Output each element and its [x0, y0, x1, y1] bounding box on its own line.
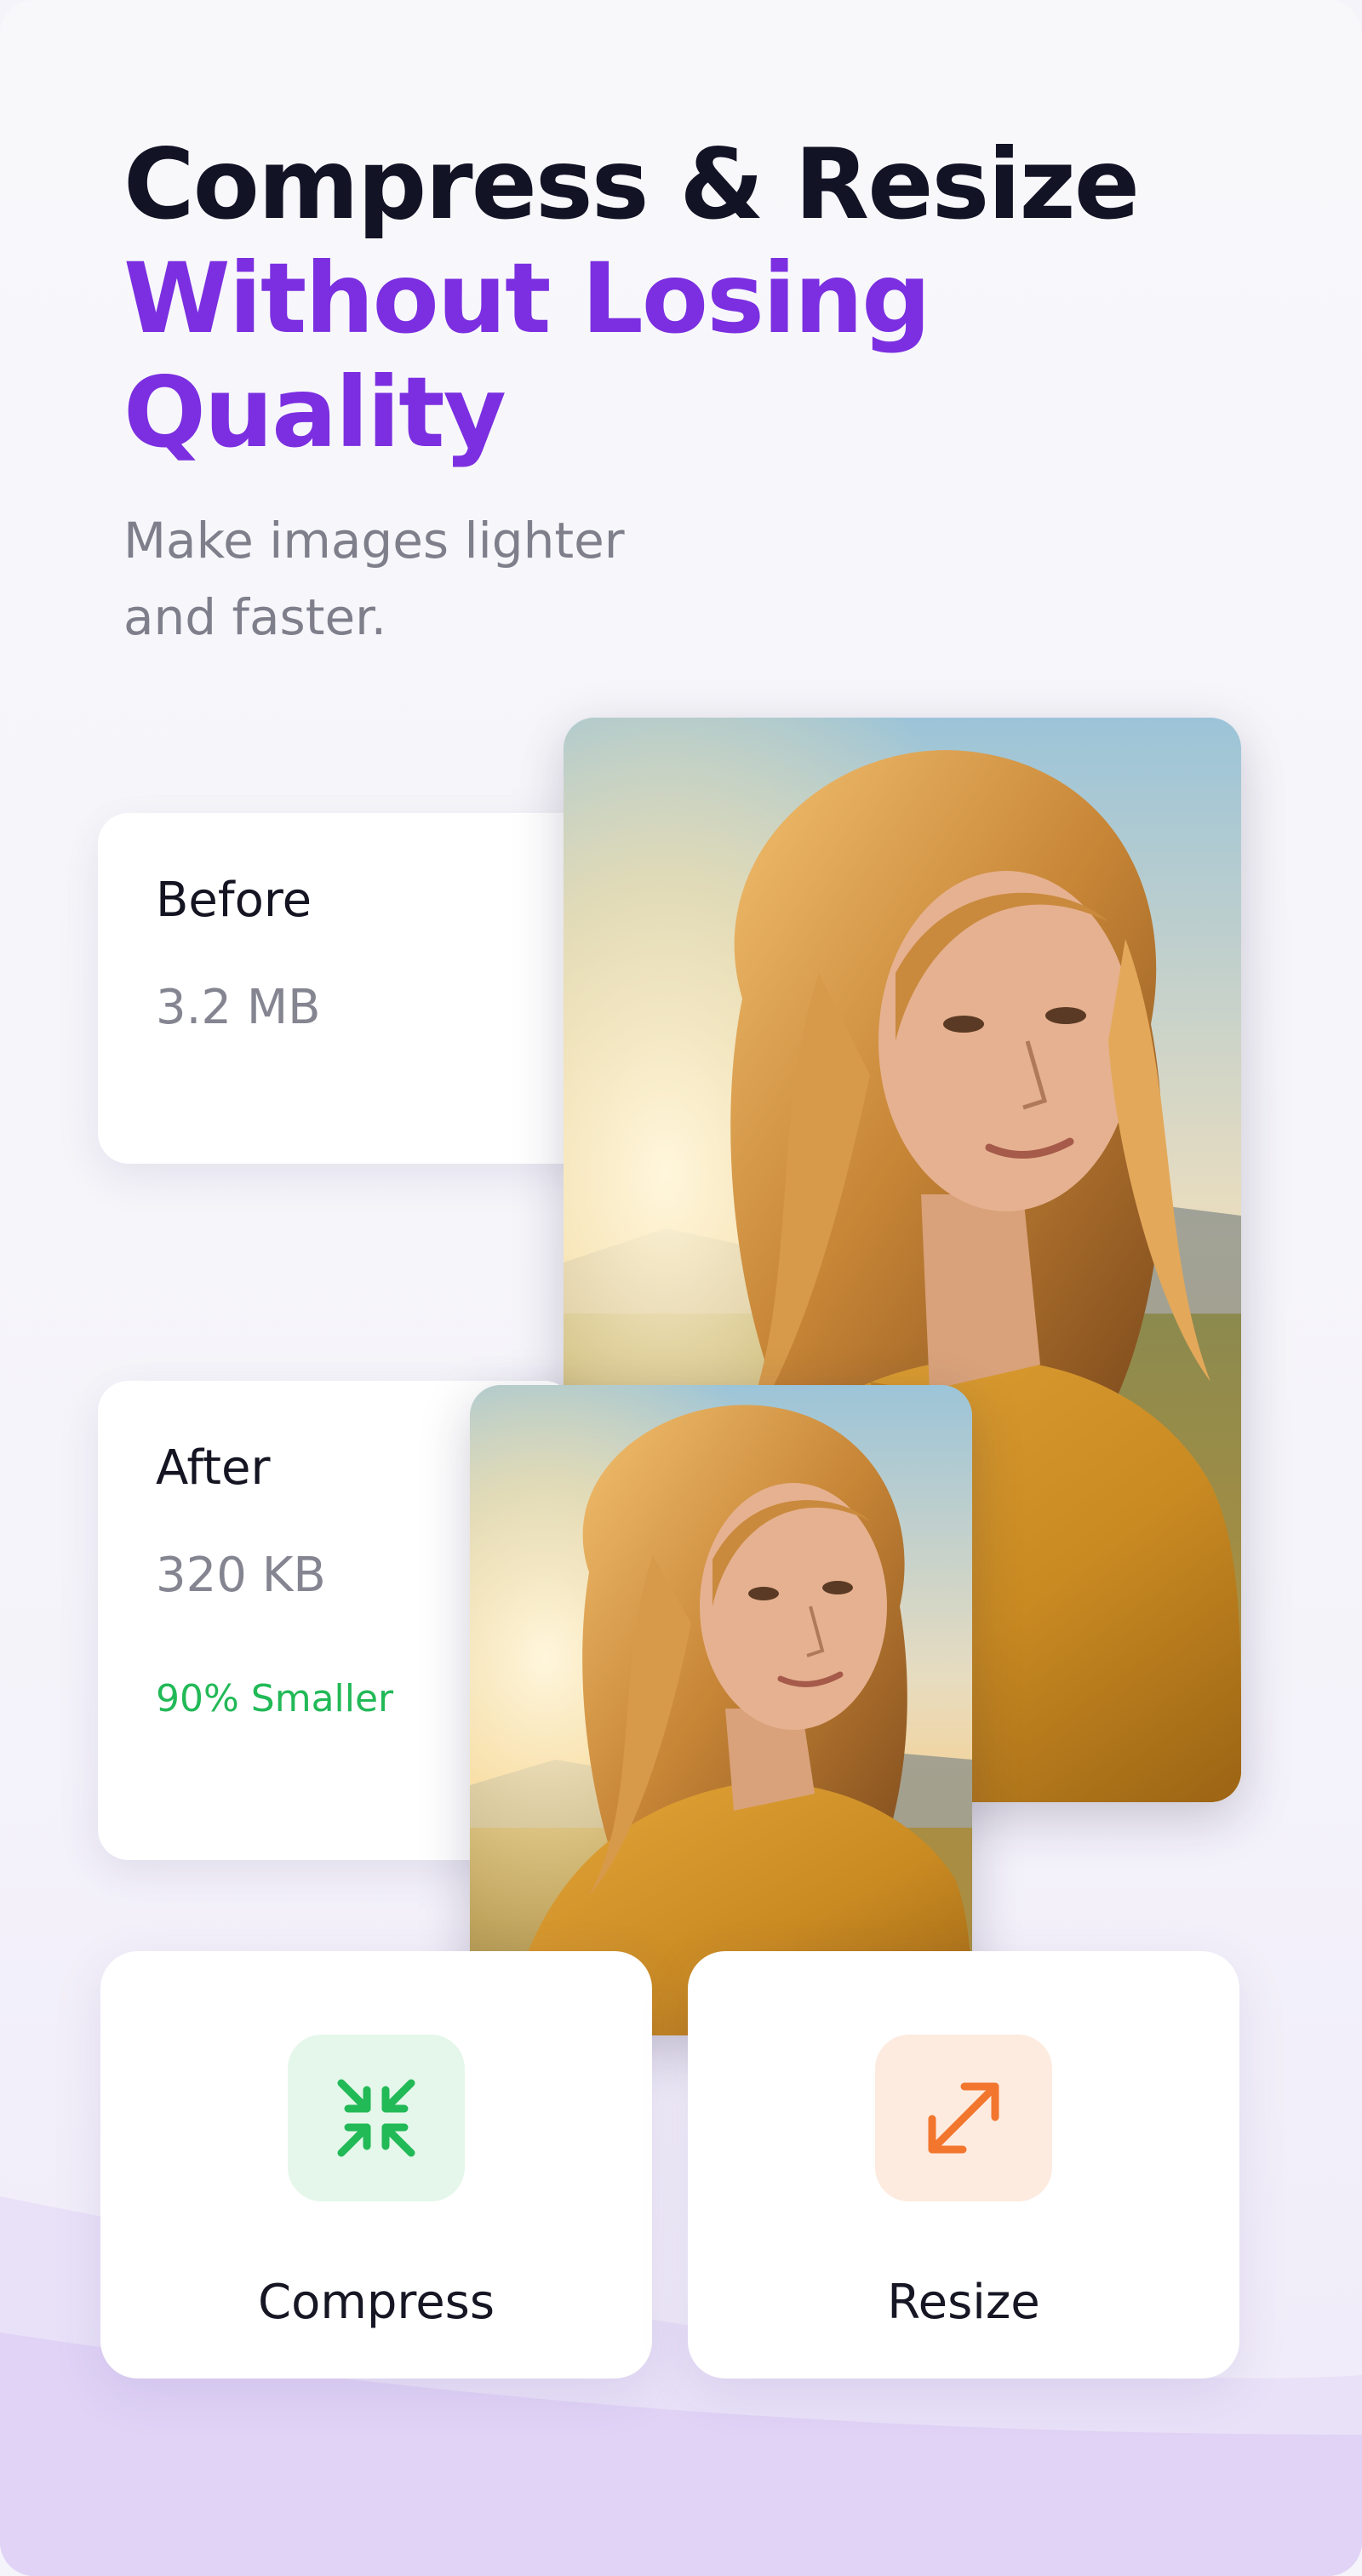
page-title: Compress & Resize Without Losing Quality: [123, 128, 1140, 470]
resize-arrow-icon: [928, 2082, 999, 2154]
after-photo[interactable]: [470, 1385, 972, 2035]
after-size: 320 KB: [156, 1548, 326, 1603]
resize-label: Resize: [887, 2275, 1040, 2330]
title-line-1: Compress & Resize: [123, 128, 1140, 241]
resize-button[interactable]: Resize: [688, 1951, 1239, 2379]
compress-button[interactable]: Compress: [100, 1951, 652, 2379]
compress-icon-tile: [288, 2035, 465, 2201]
portrait-image-compressed: [470, 1385, 972, 2035]
subtitle-line-2: and faster.: [123, 588, 387, 646]
compress-label: Compress: [257, 2275, 495, 2330]
subtitle-line-1: Make images lighter: [123, 512, 625, 570]
before-card: Before 3.2 MB: [98, 813, 609, 1164]
after-label: After: [156, 1440, 271, 1496]
before-size: 3.2 MB: [156, 980, 321, 1035]
subtitle: Make images lighter and faster.: [123, 502, 736, 655]
savings-badge: 90% Smaller: [156, 1677, 394, 1720]
compress-arrows-icon: [337, 2079, 415, 2157]
title-line-3: Quality: [123, 356, 506, 469]
before-label: Before: [156, 873, 312, 928]
resize-icon-tile: [875, 2035, 1052, 2201]
title-line-2: Without Losing: [123, 242, 931, 355]
